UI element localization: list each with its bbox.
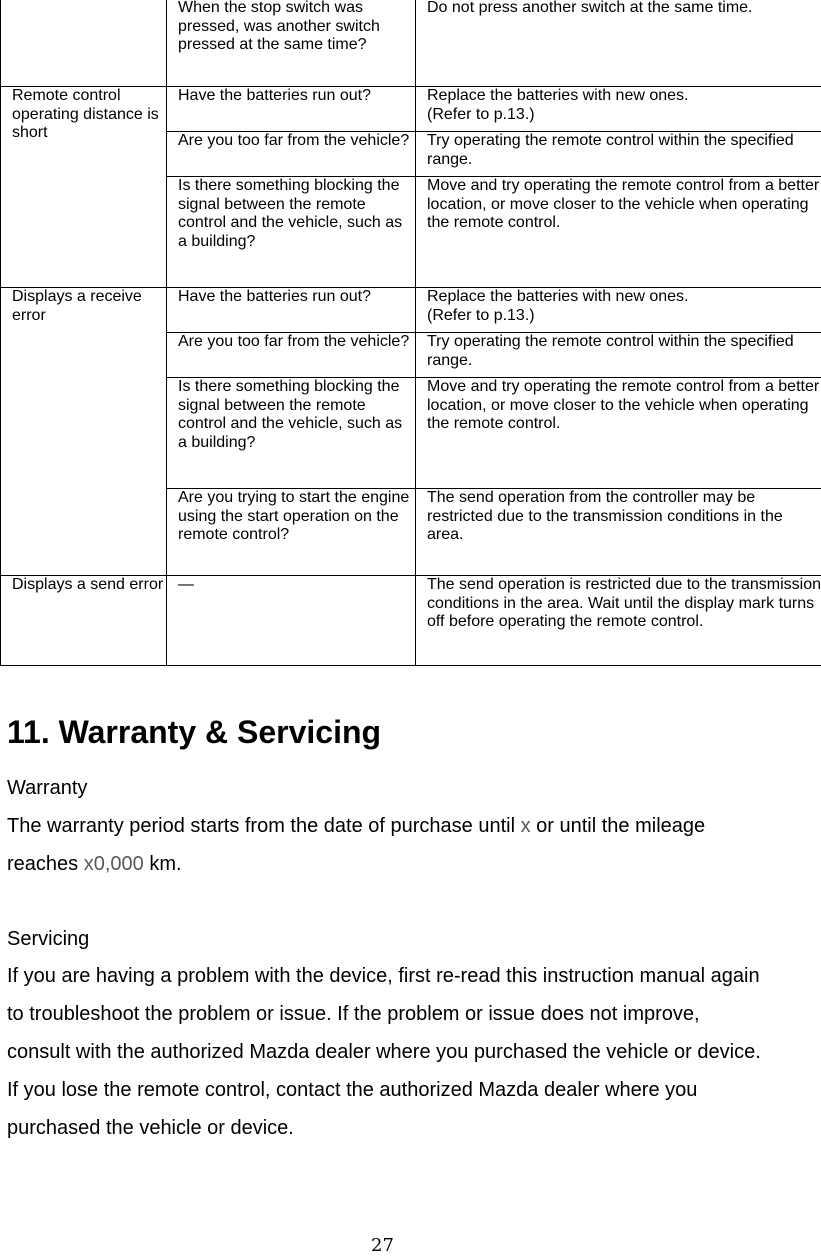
- remedy-cell: Replace the batteries with new ones. (Re…: [415, 86, 821, 132]
- remedy-cell: Move and try operating the remote contro…: [415, 176, 821, 288]
- symptom-cell: [0, 0, 167, 87]
- remedy-cell: Replace the batteries with new ones. (Re…: [415, 287, 821, 333]
- servicing-heading: Servicing: [7, 928, 90, 950]
- cause-cell: —: [166, 575, 416, 666]
- section-title: 11. Warranty & Servicing: [7, 714, 382, 750]
- servicing-text-line: purchased the vehicle or device.: [7, 1117, 294, 1139]
- remedy-cell: Try operating the remote control within …: [415, 131, 821, 177]
- table-row: Displays a send error — The send operati…: [0, 575, 821, 666]
- cause-cell: Are you too far from the vehicle?: [166, 131, 416, 177]
- cause-cell: Is there something blocking the signal b…: [166, 176, 416, 288]
- warranty-text-line-1: The warranty period starts from the date…: [7, 807, 817, 845]
- warranty-text: km.: [143, 853, 182, 875]
- warranty-text: reaches: [7, 853, 84, 875]
- cause-cell: When the stop switch was pressed, was an…: [166, 0, 416, 87]
- warranty-mileage-placeholder: x0,000: [83, 853, 144, 875]
- cause-cell: Have the batteries run out?: [166, 287, 416, 333]
- symptom-cell: Remote control operating distance is sho…: [0, 86, 167, 288]
- warranty-text: The warranty period starts from the date…: [7, 815, 521, 837]
- remedy-cell: Do not press another switch at the same …: [415, 0, 821, 87]
- servicing-text-line: to troubleshoot the problem or issue. If…: [7, 1003, 700, 1025]
- page-number: 27: [371, 1235, 394, 1256]
- remedy-cell: The send operation from the controller m…: [415, 488, 821, 576]
- cause-cell: Have the batteries run out?: [166, 86, 416, 132]
- servicing-text-line: If you are having a problem with the dev…: [7, 965, 760, 987]
- remedy-cell: The send operation is restricted due to …: [415, 575, 821, 666]
- table-row: Remote control operating distance is sho…: [0, 86, 821, 288]
- cause-cell: Are you too far from the vehicle?: [166, 332, 416, 378]
- warranty-text: or until the mileage: [530, 815, 706, 837]
- servicing-text-line: If you lose the remote control, contact …: [7, 1079, 698, 1101]
- warranty-period-placeholder: x: [520, 815, 531, 837]
- troubleshooting-table: When the stop switch was pressed, was an…: [0, 0, 821, 666]
- servicing-text-line: consult with the authorized Mazda dealer…: [7, 1041, 761, 1063]
- symptom-cell: Displays a send error: [0, 575, 167, 666]
- cause-cell: Are you trying to start the engine using…: [166, 488, 416, 576]
- warranty-heading: Warranty: [7, 777, 88, 799]
- table-row: Displays a receive error Have the batter…: [0, 287, 821, 576]
- symptom-cell: Displays a receive error: [0, 287, 167, 576]
- remedy-cell: Move and try operating the remote contro…: [415, 377, 821, 489]
- warranty-text-line-2: reaches x0,000 km.: [7, 845, 817, 883]
- table-row: When the stop switch was pressed, was an…: [0, 0, 821, 87]
- cause-cell: Is there something blocking the signal b…: [166, 377, 416, 489]
- remedy-cell: Try operating the remote control within …: [415, 332, 821, 378]
